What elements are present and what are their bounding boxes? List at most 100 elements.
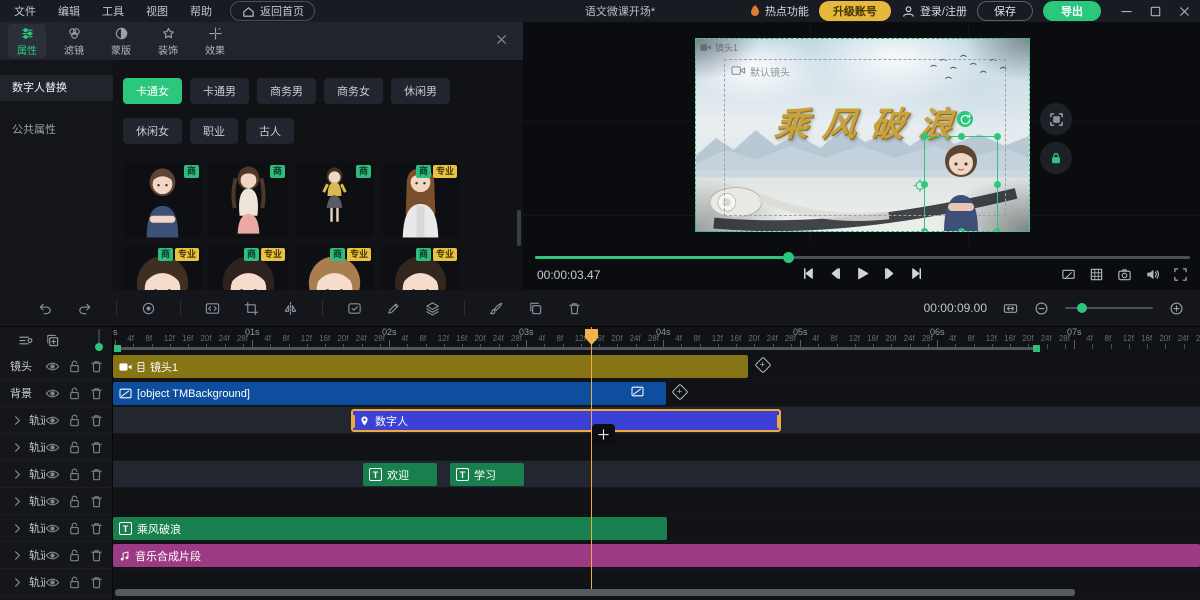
check-rect-button[interactable]: [347, 301, 362, 316]
menu-item-2[interactable]: 工具: [102, 3, 124, 19]
track-lane-轨道8[interactable]: T欢迎 T学习: [113, 461, 1200, 488]
track-lane-轨道5[interactable]: 音乐合成片段: [113, 542, 1200, 569]
avatar-card-4[interactable]: 商专业: [123, 245, 202, 290]
clip-音乐合成片段[interactable]: 音乐合成片段: [113, 544, 1200, 567]
selection-handle-ne[interactable]: [994, 133, 1001, 140]
clip-trim-left[interactable]: [352, 415, 355, 428]
skip-end-button[interactable]: [909, 266, 924, 281]
avatar-card-3[interactable]: 商专业: [381, 162, 460, 238]
upgrade-account-button[interactable]: 升级账号: [819, 1, 891, 21]
track-lane-镜头[interactable]: 镜头1: [113, 353, 1200, 380]
selection-handle-n[interactable]: [958, 133, 965, 140]
category-chip-商务男[interactable]: 商务男: [257, 78, 316, 104]
focus-selection-button[interactable]: [1040, 103, 1072, 135]
category-chip-卡通女[interactable]: 卡通女: [123, 78, 182, 104]
track-height-slider-handle[interactable]: [95, 343, 103, 351]
avatar-card-1[interactable]: 商: [209, 162, 288, 238]
rotate-handle[interactable]: [957, 111, 973, 127]
clip-镜头1[interactable]: 镜头1: [113, 355, 748, 378]
avatar-card-0[interactable]: 商: [123, 162, 202, 238]
work-area-end-handle[interactable]: [1033, 345, 1040, 352]
clip-欢迎[interactable]: T欢迎: [363, 463, 437, 486]
progress-handle[interactable]: [783, 252, 794, 263]
menu-item-3[interactable]: 视图: [146, 3, 168, 19]
fullscreen-button[interactable]: [1173, 267, 1188, 282]
chevron-right-icon[interactable]: [10, 521, 25, 536]
sidebar-item-数字人替换[interactable]: 数字人替换: [0, 75, 113, 101]
maximize-button[interactable]: [1148, 4, 1163, 19]
copy-button[interactable]: [528, 301, 543, 316]
panel-close-icon[interactable]: [494, 32, 509, 47]
chevron-right-icon[interactable]: [10, 494, 25, 509]
chevron-right-icon[interactable]: [10, 440, 25, 455]
clip-学习[interactable]: T学习: [450, 463, 524, 486]
clip-乘风破浪[interactable]: T乘风破浪: [113, 517, 667, 540]
anchor-crosshair-icon[interactable]: [913, 178, 927, 192]
track-header-轨道8[interactable]: 轨道8: [0, 461, 112, 488]
crop-button[interactable]: [244, 301, 259, 316]
timeline-horizontal-scrollbar[interactable]: [115, 589, 1075, 596]
avatar-card-5[interactable]: 商专业: [209, 245, 288, 290]
back-home-button[interactable]: 返回首页: [230, 1, 315, 21]
category-chip-卡通男[interactable]: 卡通男: [190, 78, 249, 104]
save-button[interactable]: 保存: [977, 1, 1033, 21]
track-lane-轨道6[interactable]: T乘风破浪: [113, 515, 1200, 542]
category-chip-职业[interactable]: 职业: [190, 118, 238, 144]
close-window-button[interactable]: [1177, 4, 1192, 19]
hot-features-button[interactable]: 热点功能: [749, 3, 809, 19]
zoom-in-icon[interactable]: [1169, 301, 1184, 316]
menu-item-4[interactable]: 帮助: [190, 3, 212, 19]
track-header-轨道10[interactable]: 轨道10: [0, 407, 112, 434]
selection-box[interactable]: [924, 136, 998, 232]
selection-handle-nw[interactable]: [921, 133, 928, 140]
camera-shot-button[interactable]: [1117, 267, 1132, 282]
add-keyframe-button[interactable]: [592, 424, 615, 445]
selection-handle-s[interactable]: [958, 228, 965, 232]
track-lane-轨道9[interactable]: [113, 434, 1200, 461]
track-lane-轨道10[interactable]: 数字人: [113, 407, 1200, 434]
duplicate-track-icon[interactable]: [45, 333, 60, 348]
trash-button[interactable]: [567, 301, 582, 316]
tab-效果[interactable]: 效果: [196, 24, 234, 58]
category-chip-商务女[interactable]: 商务女: [324, 78, 383, 104]
selection-handle-se[interactable]: [994, 228, 1001, 232]
tab-滤镜[interactable]: 滤镜: [55, 24, 93, 58]
grid-button[interactable]: [1089, 267, 1104, 282]
chevron-right-icon[interactable]: [10, 467, 25, 482]
playback-progress-bar[interactable]: [535, 256, 1190, 259]
track-manager-icon[interactable]: [18, 333, 33, 348]
clip-数字人[interactable]: 数字人: [351, 409, 781, 432]
monitor-button[interactable]: [1061, 267, 1076, 282]
volume-button[interactable]: [1145, 267, 1160, 282]
chevron-right-icon[interactable]: [10, 548, 25, 563]
brackets-button[interactable]: [205, 301, 220, 316]
work-area-bar[interactable]: [115, 347, 1037, 350]
zoom-out-icon[interactable]: [1034, 301, 1049, 316]
skip-start-button[interactable]: [801, 266, 816, 281]
panel-scrollbar[interactable]: [517, 210, 521, 246]
frame-back-button[interactable]: [828, 266, 843, 281]
keyframe-diamond[interactable]: [672, 384, 689, 401]
undo-button[interactable]: [38, 301, 53, 316]
pen-button[interactable]: [386, 301, 401, 316]
frame-forward-button[interactable]: [882, 266, 897, 281]
export-button[interactable]: 导出: [1043, 1, 1101, 21]
fit-width-icon[interactable]: [1003, 301, 1018, 316]
play-button[interactable]: [855, 266, 870, 281]
brush-button[interactable]: [489, 301, 504, 316]
track-header-轨道9[interactable]: 轨道9: [0, 434, 112, 461]
selection-handle-e[interactable]: [994, 181, 1001, 188]
background-fill-icon[interactable]: [631, 386, 644, 397]
clip-trim-right[interactable]: [777, 415, 780, 428]
layers-button[interactable]: [425, 301, 440, 316]
chevron-right-icon[interactable]: [10, 575, 25, 590]
lock-button[interactable]: [1040, 142, 1072, 174]
category-chip-休闲男[interactable]: 休闲男: [391, 78, 450, 104]
track-header-轨道5[interactable]: 轨道5: [0, 542, 112, 569]
flip-button[interactable]: [283, 301, 298, 316]
sidebar-item-公共属性[interactable]: 公共属性: [0, 117, 113, 143]
menu-item-0[interactable]: 文件: [14, 3, 36, 19]
redo-button[interactable]: [77, 301, 92, 316]
clip-[object TMBackground][interactable]: [object TMBackground]: [113, 382, 666, 405]
video-canvas[interactable]: 乘风破浪 默认镜头 镜头1: [695, 38, 1030, 232]
